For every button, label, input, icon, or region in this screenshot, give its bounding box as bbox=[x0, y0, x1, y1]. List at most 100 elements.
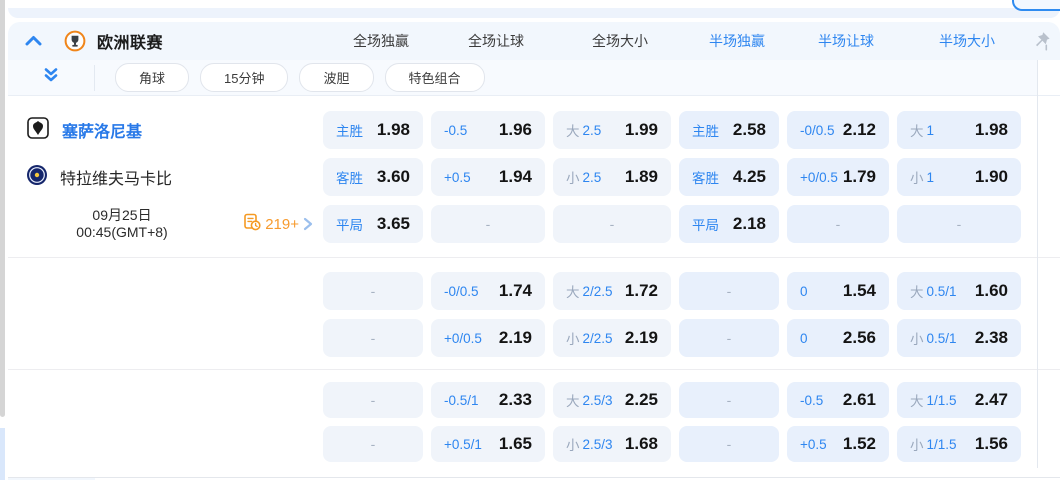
odds-cell[interactable]: 平局3.65 bbox=[323, 205, 423, 243]
odds-line-label: 1 bbox=[927, 170, 935, 185]
odds-empty-dash: - bbox=[836, 216, 841, 232]
odds-line-prefix: 大 bbox=[910, 120, 924, 140]
odds-line-label: 主胜 bbox=[692, 120, 719, 140]
odds-cell[interactable]: +0.51.52 bbox=[787, 426, 889, 462]
odds-cell[interactable]: -0/0.51.74 bbox=[431, 272, 545, 310]
odds-empty-dash: - bbox=[727, 436, 732, 452]
odds-value: 1.56 bbox=[975, 434, 1008, 454]
odds-empty-dash: - bbox=[486, 216, 491, 232]
odds-cell[interactable]: -0.51.96 bbox=[431, 111, 545, 149]
odds-line-label: 2.5/3 bbox=[583, 437, 613, 452]
column-header-full-handicap[interactable]: 全场让球 bbox=[439, 31, 553, 51]
more-markets-count: 219+ bbox=[265, 216, 299, 233]
odds-cell[interactable]: 客胜3.60 bbox=[323, 158, 423, 196]
odds-row: --0.5/12.33大2.5/32.25--0.52.61大1/1.52.47 bbox=[8, 382, 1060, 418]
odds-value: 1.65 bbox=[499, 434, 532, 454]
odds-cell[interactable]: 小2.5/31.68 bbox=[553, 426, 671, 462]
odds-cell[interactable]: +0.51.94 bbox=[431, 158, 545, 196]
odds-cell-empty: - bbox=[679, 426, 779, 462]
odds-cell-empty: - bbox=[897, 205, 1021, 243]
collapse-chevron-up-icon[interactable] bbox=[25, 35, 42, 47]
expand-all-control[interactable] bbox=[8, 65, 95, 91]
match-meta-row: 09月25日 00:45(GMT+8) 219+ bbox=[8, 205, 315, 243]
odds-cell[interactable]: -0.52.61 bbox=[787, 382, 889, 418]
odds-line-prefix: 小 bbox=[910, 167, 924, 187]
odds-cell[interactable]: +0/0.51.79 bbox=[787, 158, 889, 196]
odds-cell[interactable]: 大1/1.52.47 bbox=[897, 382, 1021, 418]
odds-line-prefix: 大 bbox=[910, 390, 924, 410]
odds-cell[interactable]: -0.5/12.33 bbox=[431, 382, 545, 418]
odds-value: 1.54 bbox=[843, 281, 876, 301]
away-team-name: 特拉维夫马卡比 bbox=[60, 165, 172, 189]
odds-empty-dash: - bbox=[610, 216, 615, 232]
pin-icon[interactable] bbox=[1032, 30, 1052, 57]
column-header-half-handicap[interactable]: 半场让球 bbox=[795, 31, 897, 51]
odds-line-prefix: 小 bbox=[910, 434, 924, 454]
column-header-full-overunder[interactable]: 全场大小 bbox=[561, 31, 679, 51]
kickoff-date: 09月25日 bbox=[52, 207, 192, 225]
odds-cell[interactable]: 小2.51.89 bbox=[553, 158, 671, 196]
odds-cell[interactable]: 01.54 bbox=[787, 272, 889, 310]
odds-cell[interactable]: 平局2.18 bbox=[679, 205, 779, 243]
odds-cell[interactable]: +0.5/11.65 bbox=[431, 426, 545, 462]
column-header-half-win[interactable]: 半场独赢 bbox=[687, 31, 787, 51]
odds-cell[interactable]: 小0.5/12.38 bbox=[897, 319, 1021, 357]
odds-cell[interactable]: 主胜2.58 bbox=[679, 111, 779, 149]
column-header-half-overunder[interactable]: 半场大小 bbox=[905, 31, 1029, 51]
europa-league-trophy-icon bbox=[64, 30, 86, 52]
match-info-column: 塞萨洛尼基 特拉维夫马卡比 09月25日 00:45(GMT+8) bbox=[8, 95, 315, 243]
odds-cell[interactable]: 小11.90 bbox=[897, 158, 1021, 196]
filter-pill-corners[interactable]: 角球 bbox=[115, 63, 189, 92]
kickoff-time: 09月25日 00:45(GMT+8) bbox=[52, 207, 192, 242]
scrollbar-track[interactable] bbox=[0, 428, 5, 480]
odds-line-prefix: 大 bbox=[566, 120, 580, 140]
odds-line-prefix: 大 bbox=[566, 390, 580, 410]
double-chevron-down-icon bbox=[43, 67, 59, 88]
odds-empty-dash: - bbox=[727, 392, 732, 408]
odds-value: 2.47 bbox=[975, 390, 1008, 410]
odds-cell[interactable]: 小2/2.52.19 bbox=[553, 319, 671, 357]
odds-value: 1.60 bbox=[975, 281, 1008, 301]
odds-empty-dash: - bbox=[371, 330, 376, 346]
odds-line-prefix: 小 bbox=[910, 328, 924, 348]
odds-value: 2.12 bbox=[843, 120, 876, 140]
odds-row: --0/0.51.74大2/2.51.72-01.54大0.5/11.60 bbox=[8, 272, 1060, 310]
odds-cell[interactable]: 大2.5/32.25 bbox=[553, 382, 671, 418]
odds-cell[interactable]: 客胜4.25 bbox=[679, 158, 779, 196]
odds-value: 2.38 bbox=[975, 328, 1008, 348]
odds-value: 1.94 bbox=[499, 167, 532, 187]
odds-line-label: 2/2.5 bbox=[583, 284, 613, 299]
chevron-right-icon bbox=[303, 217, 313, 231]
odds-value: 4.25 bbox=[733, 167, 766, 187]
odds-value: 1.72 bbox=[625, 281, 658, 301]
odds-cell[interactable]: 大11.98 bbox=[897, 111, 1021, 149]
odds-cell[interactable]: 大2/2.51.72 bbox=[553, 272, 671, 310]
filter-pill-correct-score[interactable]: 波胆 bbox=[299, 63, 373, 92]
cut-off-top-button[interactable] bbox=[1012, 0, 1060, 11]
right-column-divider bbox=[1037, 60, 1038, 468]
odds-cell[interactable]: 02.56 bbox=[787, 319, 889, 357]
odds-cell[interactable]: 小1/1.51.56 bbox=[897, 426, 1021, 462]
odds-cell[interactable]: 大2.51.99 bbox=[553, 111, 671, 149]
away-team-row: 特拉维夫马卡比 bbox=[8, 158, 315, 196]
odds-line-label: +0/0.5 bbox=[444, 331, 482, 346]
odds-value: 2.33 bbox=[499, 390, 532, 410]
filter-pill-15min[interactable]: 15分钟 bbox=[200, 63, 288, 92]
odds-cell[interactable]: +0/0.52.19 bbox=[431, 319, 545, 357]
home-team-name: 塞萨洛尼基 bbox=[62, 118, 142, 142]
odds-value: 1.89 bbox=[625, 167, 658, 187]
column-header-full-win[interactable]: 全场独赢 bbox=[331, 31, 431, 51]
odds-cell[interactable]: 大0.5/11.60 bbox=[897, 272, 1021, 310]
more-markets-button[interactable]: 219+ bbox=[243, 213, 313, 236]
odds-cell-empty: - bbox=[787, 205, 889, 243]
odds-line-label: 2.5 bbox=[583, 123, 602, 138]
scrollbar-thumb[interactable] bbox=[0, 0, 5, 417]
odds-row: -+0/0.52.19小2/2.52.19-02.56小0.5/12.38 bbox=[8, 319, 1060, 357]
odds-cell[interactable]: -0/0.52.12 bbox=[787, 111, 889, 149]
kickoff-clock: 00:45(GMT+8) bbox=[52, 224, 192, 242]
odds-cell[interactable]: 主胜1.98 bbox=[323, 111, 423, 149]
odds-line-label: 1 bbox=[927, 123, 935, 138]
odds-line-label: +0/0.5 bbox=[800, 170, 838, 185]
odds-cell-empty: - bbox=[323, 319, 423, 357]
filter-pill-special-combo[interactable]: 特色组合 bbox=[385, 63, 485, 92]
